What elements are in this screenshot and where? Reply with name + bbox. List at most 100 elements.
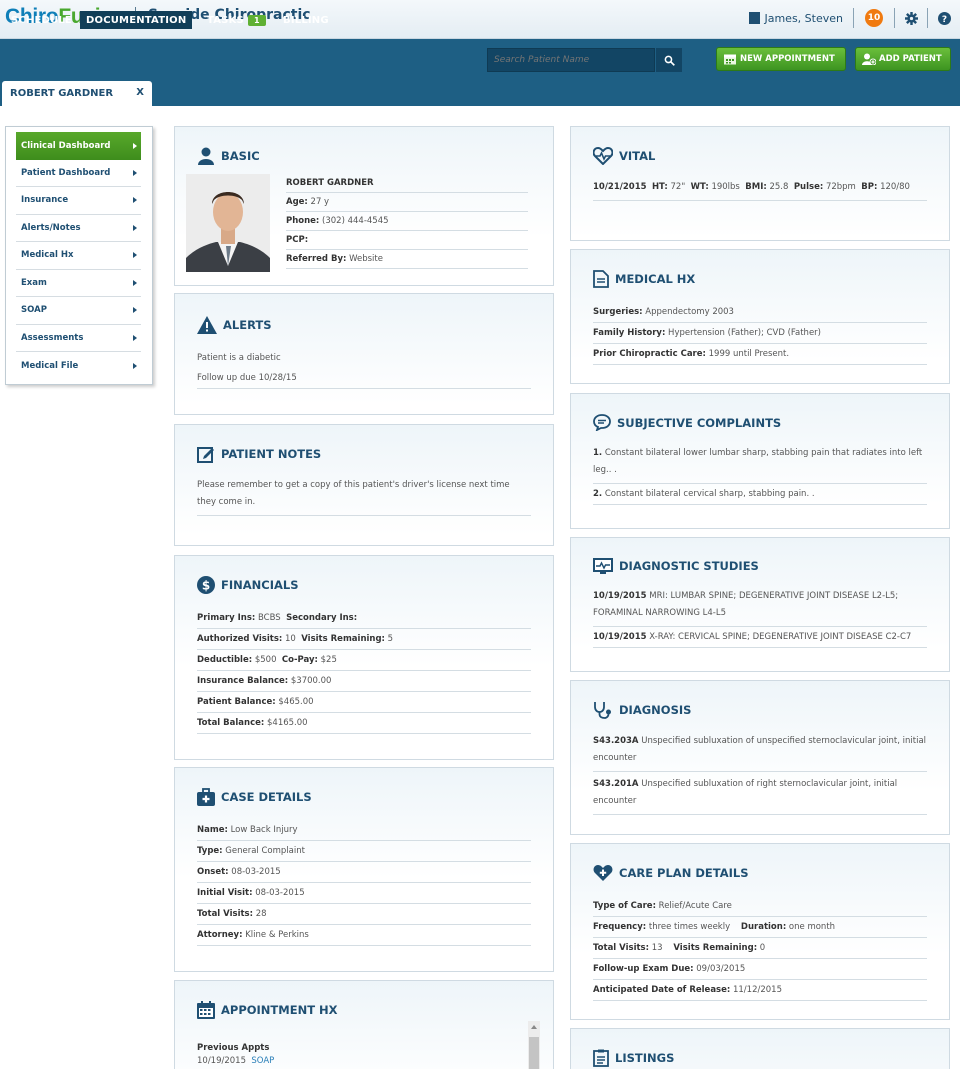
- sidebar-item-clinical-dashboard[interactable]: Clinical Dashboard: [16, 132, 141, 160]
- nav-billing[interactable]: BILLING: [277, 11, 335, 29]
- prior-care-row: Prior Chiropractic Care: 1999 until Pres…: [593, 344, 927, 365]
- sidebar-item-label: Assessments: [21, 333, 83, 343]
- patient-photo: [186, 174, 270, 272]
- patient-balance-row: Patient Balance: $465.00: [197, 692, 531, 713]
- referred-row: Referred By: Website: [286, 250, 528, 269]
- patient-notes-title: PATIENT NOTES: [197, 445, 531, 463]
- case-attorney-row: Attorney: Kline & Perkins: [197, 925, 531, 946]
- gear-icon: [905, 12, 918, 25]
- family-history-row: Family History: Hypertension (Father); C…: [593, 323, 927, 344]
- settings-button[interactable]: [895, 12, 927, 25]
- sidebar-item-patient-dashboard[interactable]: Patient Dashboard: [16, 160, 141, 188]
- insurance-balance-row: Insurance Balance: $3700.00: [197, 671, 531, 692]
- case-details-card: CASE DETAILS Name: Low Back Injury Type:…: [174, 767, 554, 972]
- nav-tasks[interactable]: TASKS 1: [201, 11, 272, 29]
- calendar-icon: [197, 1001, 215, 1019]
- case-details-title: CASE DETAILS: [197, 788, 531, 806]
- care-plan-title: CARE PLAN DETAILS: [593, 864, 927, 882]
- appointment-hx-title: APPOINTMENT HX: [197, 1001, 531, 1019]
- soap-link[interactable]: SOAP: [251, 1056, 274, 1066]
- sidebar-item-exam[interactable]: Exam: [16, 270, 141, 298]
- patient-notes-card: PATIENT NOTES Please remember to get a c…: [174, 424, 554, 546]
- care-release-row: Anticipated Date of Release: 11/12/2015: [593, 980, 927, 1001]
- alert-line: Follow up due 10/28/15: [197, 368, 531, 389]
- financials-card: $ FINANCIALS Primary Ins: BCBS Secondary…: [174, 555, 554, 760]
- patient-tab[interactable]: ROBERT GARDNER X: [2, 81, 152, 106]
- alert-line: Patient is a diabetic: [197, 348, 531, 368]
- nav-tasks-label: TASKS: [207, 15, 244, 26]
- dollar-icon: $: [197, 576, 215, 594]
- nav-schedule[interactable]: SCHEDULE: [5, 11, 78, 29]
- svg-text:?: ?: [941, 14, 946, 24]
- case-initial-visit-row: Initial Visit: 08-03-2015: [197, 883, 531, 904]
- alerts-title: ALERTS: [197, 316, 531, 334]
- listings-title: LISTINGS: [593, 1049, 927, 1067]
- chevron-right-icon: [133, 225, 137, 231]
- svg-text:$: $: [202, 579, 210, 593]
- add-patient-button[interactable]: ADD PATIENT: [855, 47, 951, 71]
- phone-row: Phone: (302) 444-4545: [286, 212, 528, 231]
- insurance-row: Primary Ins: BCBS Secondary Ins:: [197, 608, 531, 629]
- nav-documentation[interactable]: DOCUMENTATION: [80, 11, 192, 29]
- sidebar-item-label: Patient Dashboard: [21, 168, 110, 178]
- divider: [853, 8, 854, 28]
- scroll-thumb[interactable]: [529, 1037, 539, 1069]
- chevron-right-icon: [133, 252, 137, 258]
- medical-hx-card: MEDICAL HX Surgeries: Appendectomy 2003 …: [570, 249, 950, 384]
- new-appointment-button[interactable]: NEW APPOINTMENT: [716, 47, 846, 71]
- sidebar-item-medical-file[interactable]: Medical File: [16, 352, 141, 380]
- age-row: Age: 27 y: [286, 193, 528, 212]
- clinical-side-menu: Clinical Dashboard Patient Dashboard Ins…: [5, 126, 153, 385]
- search-button[interactable]: [656, 48, 682, 72]
- sidebar-item-insurance[interactable]: Insurance: [16, 187, 141, 215]
- case-name-row: Name: Low Back Injury: [197, 820, 531, 841]
- complaint-item: 1. Constant bilateral lower lumbar sharp…: [593, 445, 927, 484]
- pcp-row: PCP:: [286, 231, 528, 250]
- care-frequency-row: Frequency: three times weekly Duration: …: [593, 917, 927, 938]
- heart-plus-icon: [593, 864, 613, 882]
- appointment-row[interactable]: 10/19/2015 SOAP: [197, 1056, 531, 1066]
- user-name: James, Steven: [764, 12, 843, 25]
- sidebar-item-label: Medical File: [21, 361, 78, 371]
- help-button[interactable]: ?: [928, 12, 960, 25]
- search-icon: [664, 55, 675, 66]
- sidebar-item-soap[interactable]: SOAP: [16, 297, 141, 325]
- basic-title: BASIC: [197, 147, 531, 165]
- diagnostic-studies-card: DIAGNOSTIC STUDIES 10/19/2015 MRI: LUMBA…: [570, 537, 950, 672]
- sidebar-item-medical-hx[interactable]: Medical Hx: [16, 242, 141, 270]
- care-followup-row: Follow-up Exam Due: 09/03/2015: [593, 959, 927, 980]
- medical-hx-title: MEDICAL HX: [593, 270, 927, 288]
- patient-search-input[interactable]: [487, 48, 655, 72]
- chat-icon: [593, 414, 611, 431]
- chevron-right-icon: [133, 307, 137, 313]
- scroll-up-arrow[interactable]: [531, 1025, 537, 1029]
- patient-name: ROBERT GARDNER: [286, 174, 528, 193]
- appointment-hx-card: APPOINTMENT HX Previous Appts 10/19/2015…: [174, 980, 554, 1069]
- sidebar-item-label: Medical Hx: [21, 250, 73, 260]
- sidebar-item-label: SOAP: [21, 305, 47, 315]
- new-appointment-label: NEW APPOINTMENT: [740, 54, 835, 64]
- diagnosis-item: S43.201A Unspecified subluxation of righ…: [593, 772, 927, 815]
- subjective-complaints-title: SUBJECTIVE COMPLAINTS: [593, 414, 927, 431]
- care-visits-row: Total Visits: 13 Visits Remaining: 0: [593, 938, 927, 959]
- chevron-right-icon: [133, 143, 137, 149]
- user-menu[interactable]: James, Steven: [749, 12, 853, 25]
- close-tab-button[interactable]: X: [136, 87, 144, 98]
- help-icon: ?: [938, 12, 951, 25]
- stethoscope-icon: [593, 701, 613, 719]
- sidebar-item-assessments[interactable]: Assessments: [16, 325, 141, 353]
- calendar-icon: [723, 53, 737, 65]
- heart-pulse-icon: [593, 147, 613, 165]
- clipboard-icon: [593, 1049, 609, 1067]
- chevron-right-icon: [133, 280, 137, 286]
- subjective-complaints-card: SUBJECTIVE COMPLAINTS 1. Constant bilate…: [570, 393, 950, 529]
- care-plan-card: CARE PLAN DETAILS Type of Care: Relief/A…: [570, 843, 950, 1020]
- edit-icon: [197, 445, 215, 463]
- notification-badge[interactable]: 10: [865, 9, 883, 27]
- sidebar-item-alerts-notes[interactable]: Alerts/Notes: [16, 215, 141, 243]
- warning-icon: [197, 316, 217, 334]
- case-onset-row: Onset: 08-03-2015: [197, 862, 531, 883]
- deductible-row: Deductible: $500 Co-Pay: $25: [197, 650, 531, 671]
- user-plus-icon: [862, 53, 876, 65]
- appointment-scrollbar[interactable]: [528, 1021, 540, 1069]
